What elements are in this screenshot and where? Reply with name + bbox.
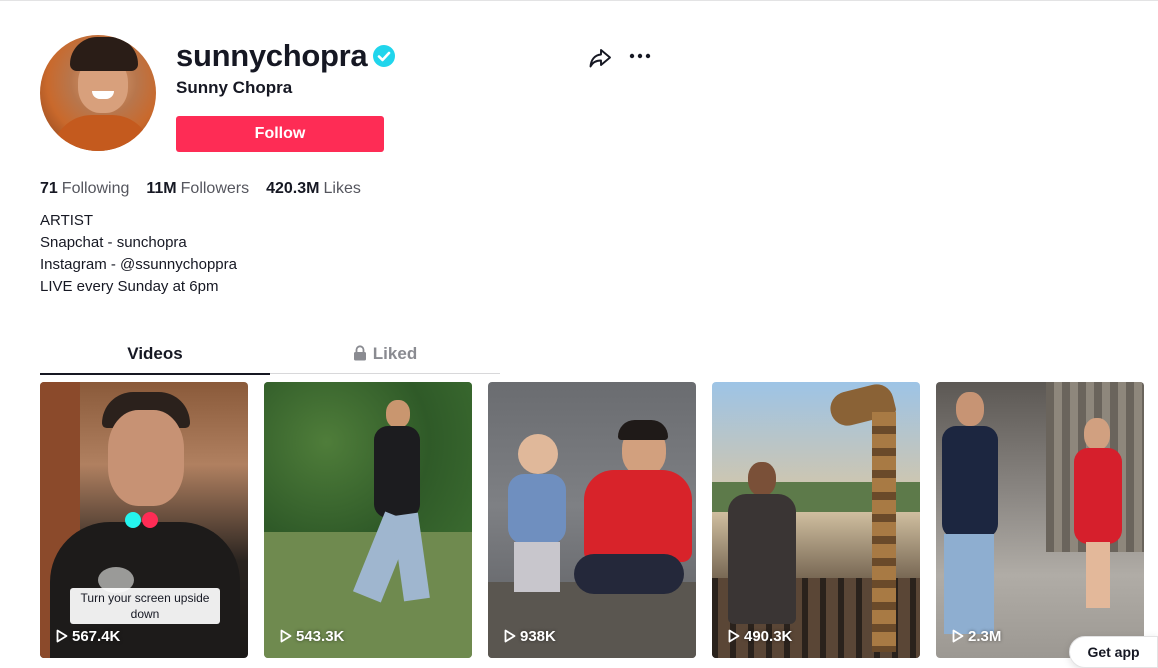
view-count: 567.4K [56,628,120,646]
share-icon[interactable] [587,45,613,71]
avatar[interactable] [40,35,156,151]
likes-stat: 420.3M Likes [266,180,361,197]
more-options-icon[interactable] [628,45,654,71]
view-count: 2.3M [952,628,1001,646]
view-count: 543.3K [280,628,344,646]
following-stat[interactable]: 71 Following [40,178,129,200]
lock-icon [353,344,367,368]
tab-videos[interactable]: Videos [40,342,270,375]
play-icon [728,629,740,643]
video-card[interactable]: 490.3K [712,382,920,658]
username: sunnychopra [176,38,368,73]
play-icon [952,629,964,643]
video-card[interactable]: Turn your screen upside down 567.4K [40,382,248,658]
get-app-button[interactable]: Get app [1069,636,1158,668]
top-divider [0,0,1158,1]
bio-line: Instagram - @ssunnychoppra [40,256,237,273]
profile-stats: 71 Following 11M Followers 420.3M Likes [40,178,378,200]
play-icon [504,629,516,643]
active-tab-indicator [40,373,270,375]
duet-dot-cyan [125,512,141,528]
video-card[interactable]: 938K [488,382,696,658]
video-caption: Turn your screen upside down [70,588,220,624]
bio: ARTIST Snapchat - sunchopra Instagram - … [40,210,237,298]
verified-badge-icon [373,45,395,67]
tab-liked[interactable]: Liked [270,342,500,374]
bio-line: LIVE every Sunday at 6pm [40,278,219,295]
play-icon [280,629,292,643]
duet-dot-red [142,512,158,528]
video-card[interactable]: 543.3K [264,382,472,658]
view-count: 938K [504,628,556,646]
display-name: Sunny Chopra [176,78,293,97]
play-icon [56,629,68,643]
video-card[interactable]: 2.3M [936,382,1144,658]
profile-tabs: Videos Liked [40,342,500,375]
follow-button[interactable]: Follow [176,116,384,152]
followers-stat[interactable]: 11M Followers [146,178,249,200]
bio-line: ARTIST [40,212,94,229]
bio-line: Snapchat - sunchopra [40,234,187,251]
view-count: 490.3K [728,628,792,646]
